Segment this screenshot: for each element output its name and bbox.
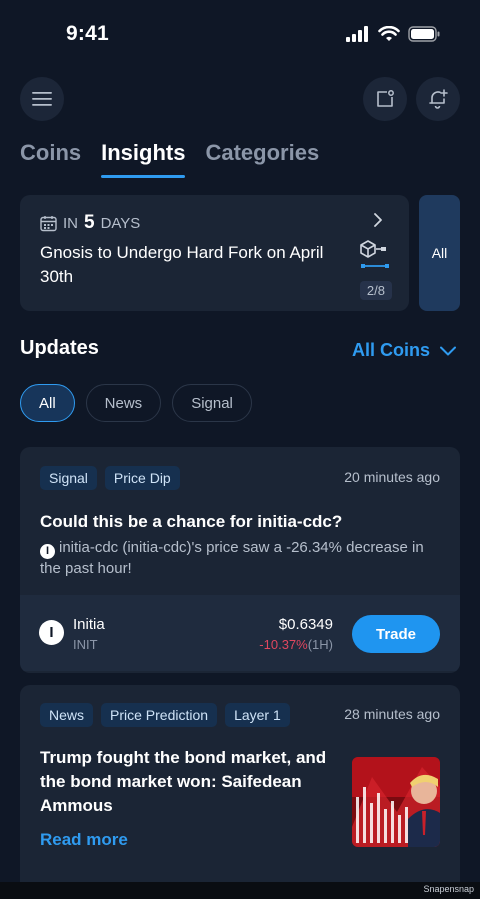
signal-card[interactable]: Signal Price Dip 20 minutes ago Could th… xyxy=(20,447,460,673)
tag[interactable]: Signal xyxy=(40,466,97,490)
coin-change: -10.37%(1H) xyxy=(259,637,333,652)
chip-signal[interactable]: Signal xyxy=(172,384,252,422)
bottom-bar: Snapensnap xyxy=(0,882,480,899)
chevron-down-icon xyxy=(440,346,456,355)
coin-filter-label: All Coins xyxy=(351,340,430,360)
tab-categories[interactable]: Categories xyxy=(205,140,319,178)
calendar-icon xyxy=(40,215,57,231)
tag[interactable]: Layer 1 xyxy=(225,703,290,727)
wifi-icon xyxy=(378,26,400,41)
event-days: 5 xyxy=(84,212,95,233)
event-suffix: DAYS xyxy=(100,214,141,232)
coin-name: Initia xyxy=(73,616,105,633)
chevron-right-icon[interactable] xyxy=(373,212,383,233)
main-tabs: Coins Insights Categories xyxy=(20,140,339,178)
card-time: 20 minutes ago xyxy=(344,469,440,485)
battery-icon xyxy=(408,26,440,42)
initia-logo-icon: I xyxy=(39,620,64,645)
card-title: Could this be a chance for initia-cdc? xyxy=(40,512,343,531)
news-card[interactable]: News Price Prediction Layer 1 28 minutes… xyxy=(20,685,460,895)
chip-news[interactable]: News xyxy=(85,384,162,422)
menu-button[interactable] xyxy=(20,77,64,121)
card-tags: News Price Prediction Layer 1 xyxy=(40,703,290,727)
tag[interactable]: Price Dip xyxy=(104,466,180,490)
coin-price: $0.6349 xyxy=(278,616,333,633)
coin-change-value: -10.37% xyxy=(259,637,308,652)
all-events-button[interactable]: All xyxy=(419,195,460,311)
trade-row: I Initia INIT $0.6349 -10.37%(1H) Trade xyxy=(20,595,460,671)
event-card[interactable]: IN 5 DAYS Gnosis to Undergo Hard Fork on… xyxy=(20,195,409,311)
watermark: Snapensnap xyxy=(423,884,474,894)
updates-title: Updates xyxy=(20,337,99,359)
card-body: Iinitia-cdc (initia-cdc)'s price saw a -… xyxy=(40,538,440,579)
event-countdown: IN 5 DAYS xyxy=(40,212,140,234)
notes-button[interactable] xyxy=(363,77,407,121)
card-title: Trump fought the bond market, and the bo… xyxy=(40,748,327,815)
status-bar: 9:41 xyxy=(0,0,480,72)
event-prefix: IN xyxy=(63,214,78,232)
status-time: 9:41 xyxy=(66,22,109,45)
coin-change-period: (1H) xyxy=(307,637,333,652)
event-title: Gnosis to Undergo Hard Fork on April 30t… xyxy=(40,243,324,286)
alerts-button[interactable] xyxy=(416,77,460,121)
news-thumbnail[interactable] xyxy=(352,757,440,847)
read-more-link[interactable]: Read more xyxy=(40,830,128,850)
note-add-icon xyxy=(377,90,394,107)
coin-filter-dropdown[interactable]: All Coins xyxy=(352,340,456,361)
coin-symbol: INIT xyxy=(73,637,98,652)
hard-fork-icon xyxy=(359,239,391,276)
card-tags: Signal Price Dip xyxy=(40,466,180,490)
initia-logo-icon: I xyxy=(40,543,55,559)
event-pager: 2/8 xyxy=(359,281,392,300)
status-icons xyxy=(346,26,440,42)
tag[interactable]: News xyxy=(40,703,94,727)
tag[interactable]: Price Prediction xyxy=(101,703,218,727)
chip-all[interactable]: All xyxy=(20,384,75,422)
card-time: 28 minutes ago xyxy=(344,706,440,722)
update-filter-chips: All News Signal xyxy=(20,384,252,422)
card-body-text: initia-cdc (initia-cdc)'s price saw a -2… xyxy=(40,539,424,577)
tab-coins[interactable]: Coins xyxy=(20,140,81,178)
trade-button[interactable]: Trade xyxy=(352,615,440,653)
cellular-signal-icon xyxy=(346,26,368,42)
bell-add-icon xyxy=(429,89,448,109)
tab-insights[interactable]: Insights xyxy=(101,140,186,178)
hamburger-icon xyxy=(32,92,52,106)
